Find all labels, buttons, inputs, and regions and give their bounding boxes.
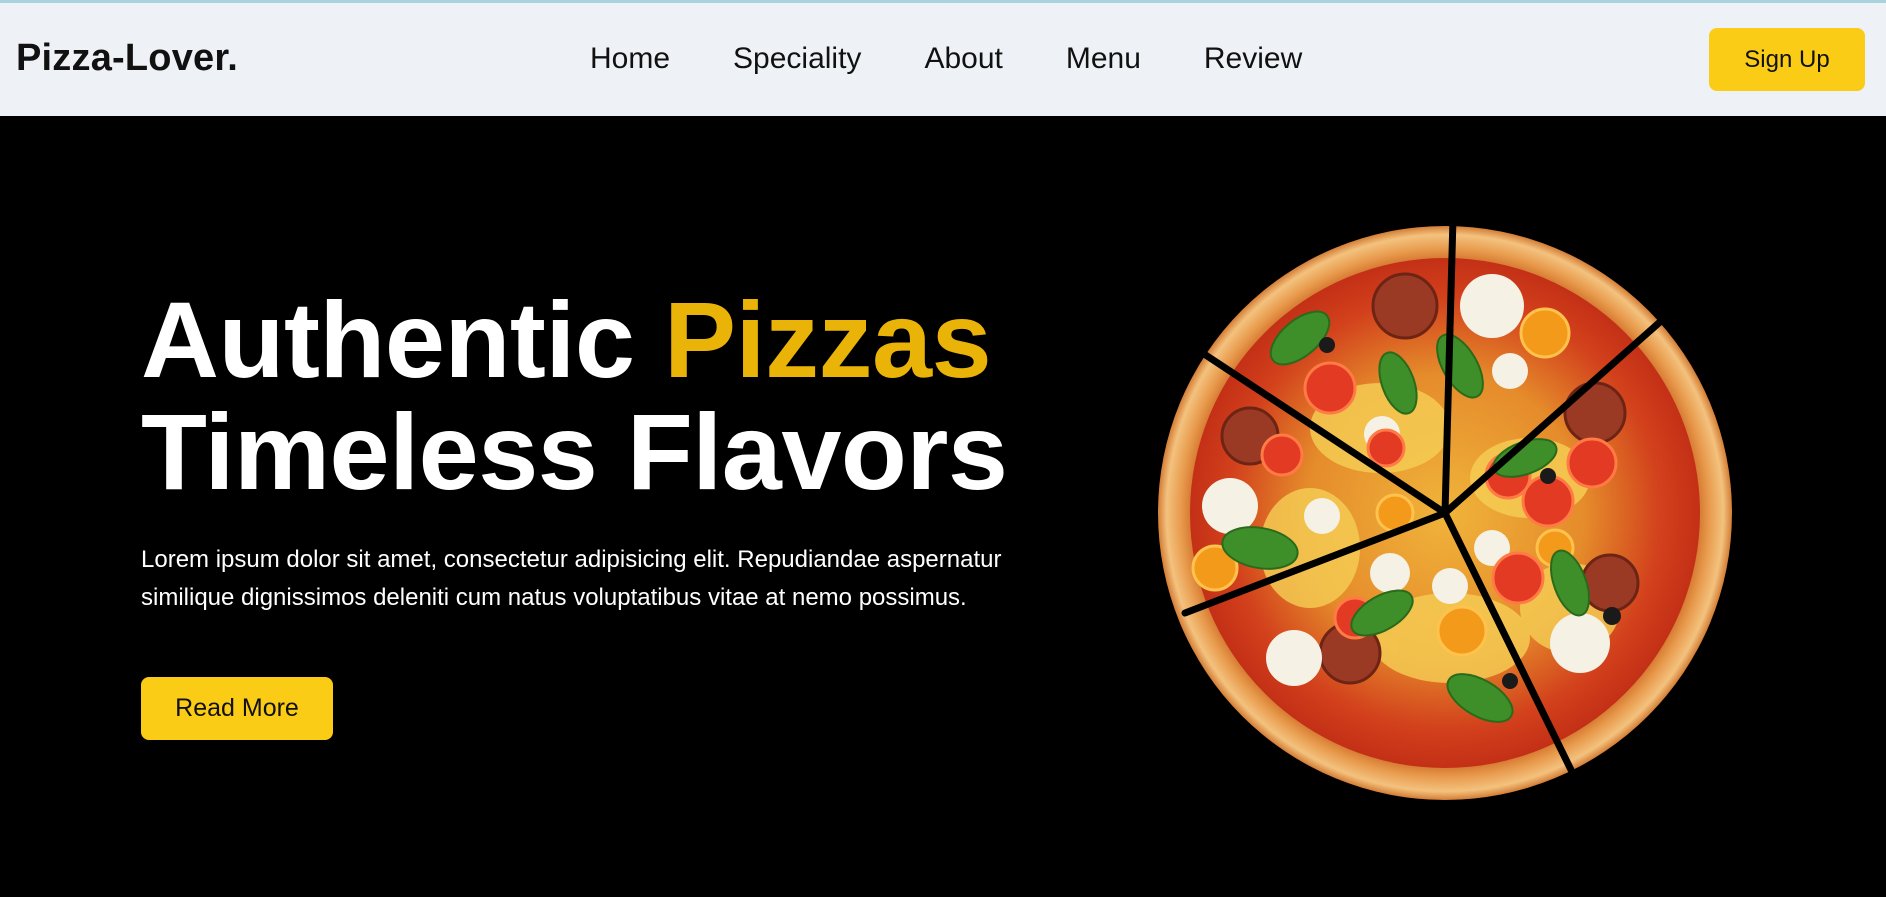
- nav-link-about[interactable]: About: [924, 39, 1002, 79]
- nav-link-home[interactable]: Home: [590, 39, 670, 79]
- headline-accent: Pizzas: [663, 279, 992, 400]
- hero-section: Authentic Pizzas Timeless Flavors Lorem …: [0, 116, 1886, 897]
- nav-link-menu[interactable]: Menu: [1066, 39, 1141, 79]
- pizza-image: [1158, 218, 1732, 800]
- headline-line2: Timeless Flavors: [141, 391, 1008, 512]
- nav-link-review[interactable]: Review: [1204, 39, 1302, 79]
- hero-headline: Authentic Pizzas Timeless Flavors: [141, 284, 1008, 508]
- navbar: Pizza-Lover. Home Speciality About Menu …: [0, 3, 1886, 116]
- hero-description: Lorem ipsum dolor sit amet, consectetur …: [141, 546, 1002, 611]
- nav-link-speciality[interactable]: Speciality: [733, 39, 861, 79]
- sign-up-button[interactable]: Sign Up: [1709, 28, 1865, 91]
- nav-links: Home Speciality About Menu Review: [590, 39, 1365, 79]
- headline-part1: Authentic: [141, 279, 664, 400]
- read-more-button[interactable]: Read More: [141, 677, 333, 740]
- brand-logo[interactable]: Pizza-Lover.: [16, 37, 238, 80]
